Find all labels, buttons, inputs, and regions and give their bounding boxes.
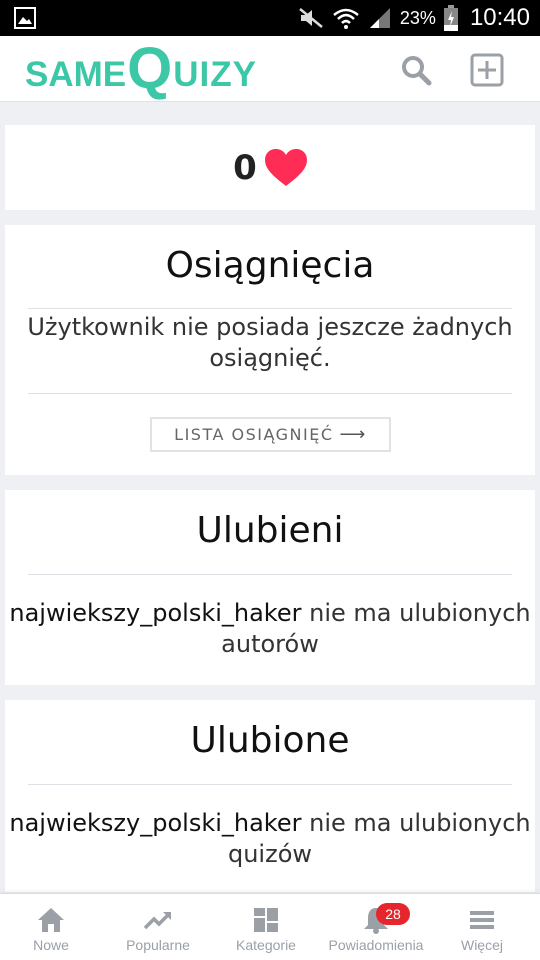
battery-percent: 23% [399,7,436,28]
achievements-message: Użytkownik nie posiada jeszcze żadnych o… [27,313,513,372]
divider [28,308,512,309]
samequizy-logo[interactable]: SAME Q UIZY [25,36,257,101]
nav-item-kategorie[interactable]: Kategorie [214,894,318,960]
bottom-navigation: Nowe Popularne Kategorie Powiadomienia W… [0,893,540,960]
nav-label: Popularne [126,937,190,953]
achievements-list-button[interactable]: LISTA OSIĄGNIĘĆ ⟶ [150,417,391,452]
nav-item-powiadomienia[interactable]: Powiadomienia [318,894,434,960]
add-icon[interactable] [470,53,504,87]
divider [28,393,512,394]
battery-icon [443,5,458,31]
signal-icon [369,8,390,28]
status-bar: 23% 10:40 [0,0,540,36]
nav-item-wiecej[interactable]: Więcej [434,894,530,960]
trending-icon [143,911,172,930]
notifications-badge: 28 [376,903,410,925]
achievements-list-label: LISTA OSIĄGNIĘĆ [174,425,334,444]
username-link[interactable]: najwiekszy_polski_haker [9,599,301,627]
heart-icon[interactable] [264,148,307,187]
menu-icon [470,911,494,929]
achievements-title: Osiągnięcia [165,245,375,286]
nav-label: Powiadomienia [328,937,424,953]
search-icon[interactable] [400,54,432,86]
nav-item-popularne[interactable]: Popularne [102,894,214,960]
divider [28,574,512,575]
wifi-icon [333,8,359,29]
nav-item-nowe[interactable]: Nowe [0,894,102,960]
favorite-quizzes-message: najwiekszy_polski_haker nie ma ulubionyc… [5,808,535,870]
logo-text-q: Q [127,36,173,101]
favorite-quizzes-title: Ulubione [190,720,350,761]
home-icon [38,908,64,932]
logo-text-same: SAME [25,55,127,94]
favorite-quizzes-card: Ulubione najwiekszy_polski_haker nie ma … [5,700,535,892]
mute-icon [299,8,323,28]
nav-label: Więcej [460,937,503,953]
logo-text-uizy: UIZY [173,55,257,94]
likes-card: 0 [5,125,535,210]
username-link[interactable]: najwiekszy_polski_haker [9,809,301,837]
arrow-right-icon: ⟶ [339,424,367,445]
nav-label: Nowe [33,937,69,953]
nav-label: Kategorie [236,937,296,953]
app-header: SAME Q UIZY [0,36,540,102]
achievements-card: Osiągnięcia Użytkownik nie posiada jeszc… [5,225,535,475]
favorite-authors-title: Ulubieni [196,510,344,551]
divider [28,784,512,785]
gallery-icon [14,7,36,29]
favorite-authors-message: najwiekszy_polski_haker nie ma ulubionyc… [5,598,535,660]
clock: 10:40 [469,4,530,31]
likes-count: 0 [233,147,257,188]
favorite-authors-card: Ulubieni najwiekszy_polski_haker nie ma … [5,490,535,685]
grid-icon [254,908,278,932]
